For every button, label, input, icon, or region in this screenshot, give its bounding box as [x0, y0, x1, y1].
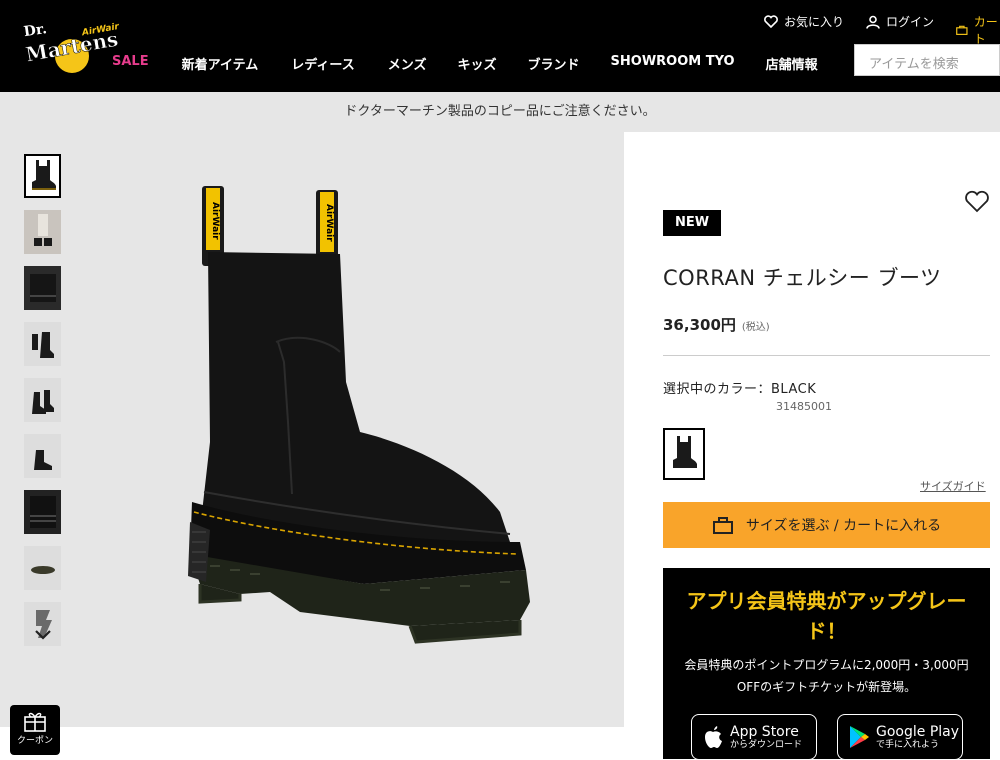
thumbnail-5[interactable] — [24, 378, 61, 422]
selected-color-label: 選択中のカラー：BLACK — [663, 382, 817, 397]
product-gallery: AirWair AirWair — [0, 132, 624, 727]
thumbnail-4[interactable] — [24, 322, 61, 366]
product-title: CORRAN チェルシー ブーツ — [663, 266, 942, 290]
thumbnail-1[interactable] — [24, 154, 61, 198]
favorites-link[interactable]: お気に入り — [764, 13, 844, 30]
thumbnail-2[interactable] — [24, 210, 61, 254]
google-play-button[interactable]: Google Play で手に入れよう — [837, 714, 963, 760]
svg-text:AirWair: AirWair — [324, 204, 334, 242]
new-badge: NEW — [663, 210, 721, 236]
promo-text: 会員特典のポイントプログラムに2,000円・3,000円OFFのギフトチケットが… — [684, 658, 969, 694]
nav-item-new[interactable]: 新着アイテム — [182, 54, 259, 73]
apple-icon — [705, 726, 722, 748]
thumbnail-3[interactable] — [24, 266, 61, 310]
product-price: 36,300円 (税込) — [663, 314, 770, 335]
product-image: AirWair AirWair — [188, 186, 530, 644]
nav-item-ladies[interactable]: レディース — [291, 54, 354, 73]
coupon-button[interactable]: クーポン — [10, 705, 60, 755]
nav-item-brand[interactable]: ブランド — [528, 54, 580, 73]
counterfeit-notice: ドクターマーチン製品のコピー品にご注意ください。 — [0, 92, 1000, 132]
product-info: NEW CORRAN チェルシー ブーツ 36,300円 (税込) 選択中のカラー… — [624, 132, 1000, 760]
cart-label: カート — [973, 15, 998, 46]
svg-text:Dr.: Dr. — [23, 21, 48, 40]
google-play-sublabel: で手に入れよう — [876, 739, 940, 750]
price-value: 36,300円 — [663, 316, 736, 334]
nav-item-sale[interactable]: SALE — [112, 54, 149, 73]
nav-item-kids[interactable]: キッズ — [458, 54, 497, 73]
size-guide-link[interactable]: サイズガイド — [920, 478, 986, 494]
divider — [663, 355, 990, 356]
product-sku: 31485001 — [776, 400, 832, 413]
login-link[interactable]: ログイン — [866, 13, 934, 30]
color-swatch-black[interactable] — [663, 428, 705, 480]
bag-icon — [956, 25, 968, 35]
app-store-sublabel: からダウンロード — [730, 739, 803, 750]
favorites-label: お気に入り — [784, 15, 845, 29]
nav-item-mens[interactable]: メンズ — [388, 54, 427, 73]
chevron-down-icon[interactable] — [34, 626, 52, 645]
thumbnail-8[interactable] — [24, 546, 61, 590]
add-to-cart-label: サイズを選ぶ / カートに入れる — [745, 518, 942, 534]
login-label: ログイン — [886, 15, 935, 29]
search-input[interactable]: アイテムを検索 — [854, 44, 1000, 76]
thumbnail-6[interactable] — [24, 434, 61, 478]
google-play-icon — [850, 726, 869, 748]
heart-icon — [764, 15, 778, 28]
cart-link[interactable]: カート — [956, 13, 1000, 47]
app-promo-banner: アプリ会員特典がアップグレード！ 会員特典のポイントプログラムに2,000円・3… — [663, 568, 990, 760]
site-header: Dr. Martens AirWair お気に入り ログイン カート SALE … — [0, 0, 1000, 92]
tax-note: (税込) — [741, 322, 770, 333]
app-store-button[interactable]: App Store からダウンロード — [691, 714, 817, 760]
heart-outline-icon — [965, 190, 989, 213]
user-icon — [866, 15, 880, 29]
thumbnail-7[interactable] — [24, 490, 61, 534]
main-nav: SALE 新着アイテム レディース メンズ キッズ ブランド SHOWROOM … — [112, 54, 818, 73]
shopping-bag-icon — [712, 517, 733, 534]
nav-item-showroom[interactable]: SHOWROOM TYO — [611, 54, 735, 73]
gift-icon — [24, 712, 46, 732]
svg-text:AirWair: AirWair — [210, 202, 220, 240]
google-play-label: Google Play — [876, 723, 960, 740]
thumbnail-list — [24, 154, 62, 658]
add-favorite-button[interactable] — [964, 190, 990, 218]
app-store-label: App Store — [730, 723, 799, 740]
nav-item-stores[interactable]: 店舗情報 — [766, 54, 818, 73]
add-to-cart-button[interactable]: サイズを選ぶ / カートに入れる — [663, 502, 990, 548]
coupon-label: クーポン — [16, 736, 53, 746]
promo-heading: アプリ会員特典がアップグレード！ — [686, 589, 967, 643]
